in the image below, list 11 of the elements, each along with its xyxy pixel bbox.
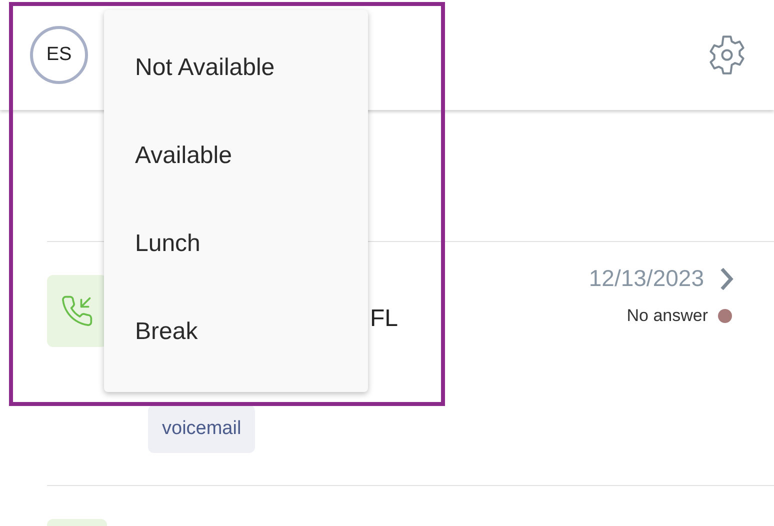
menu-item[interactable]: Lunch	[104, 200, 368, 288]
chevron-right-icon[interactable]	[720, 266, 734, 290]
call-date: 12/13/2023	[588, 265, 704, 292]
incoming-call-icon	[60, 294, 94, 328]
user-avatar[interactable]: ES	[30, 26, 88, 84]
menu-item[interactable]: Break	[104, 288, 368, 376]
call-title: FL	[370, 305, 398, 333]
menu-item[interactable]: Not Available	[104, 24, 368, 112]
voicemail-tag: voicemail	[148, 405, 256, 453]
menu-item[interactable]: Available	[104, 112, 368, 200]
call-status: No answer	[626, 306, 708, 326]
